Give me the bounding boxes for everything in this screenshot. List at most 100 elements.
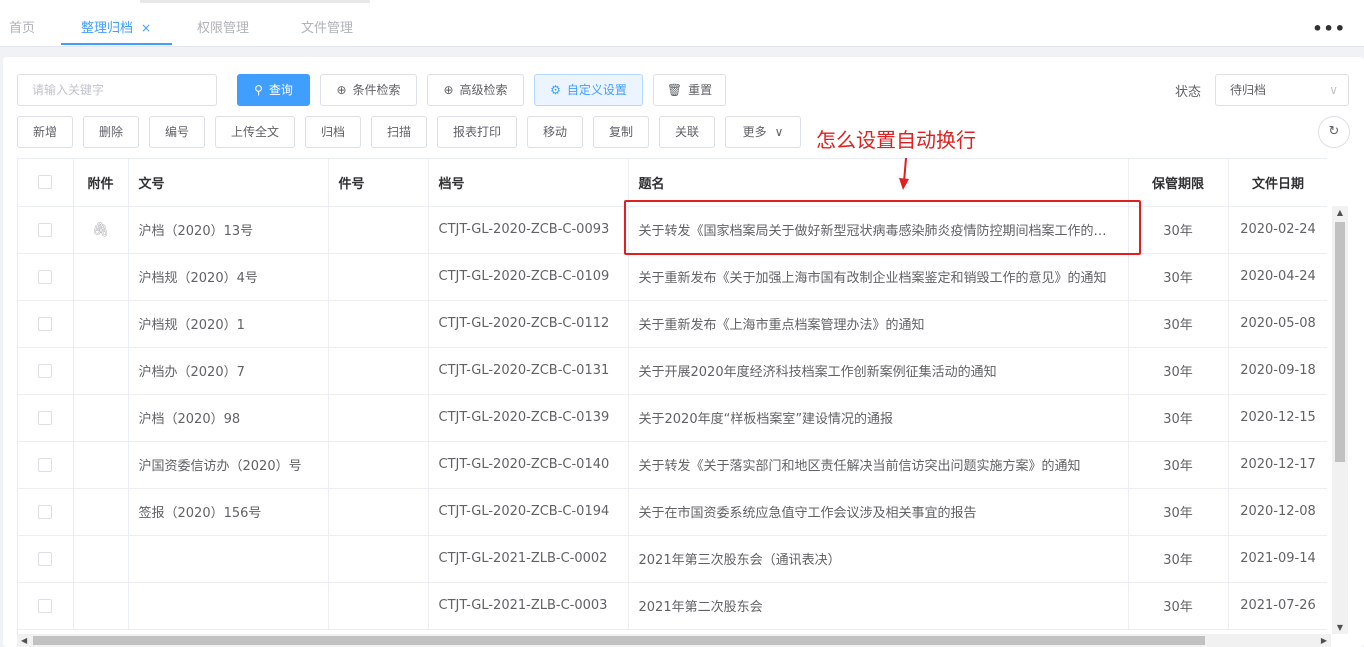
row-select-cell [18, 488, 74, 536]
doc-no-cell: 沪档办（2020）7 [128, 347, 329, 395]
custom-settings-button[interactable]: ⚙ 自定义设置 [534, 74, 643, 106]
advanced-search-button[interactable]: ⊕ 高级检索 [427, 74, 524, 106]
tab-label: 整理归档 [81, 21, 134, 36]
archive-no-cell: CTJT-GL-2020-ZCB-C-0139 [428, 394, 629, 442]
paperclip-icon[interactable]: 🖇 [92, 222, 110, 238]
report-print-button[interactable]: 报表打印 [437, 116, 517, 148]
row-checkbox[interactable] [38, 457, 53, 472]
copy-button[interactable]: 复制 [593, 116, 649, 148]
row-checkbox[interactable] [38, 598, 53, 613]
more-tabs-icon[interactable]: ••• [1312, 12, 1346, 45]
gear-icon: ⚙ [550, 83, 561, 97]
retention-cell: 30年 [1128, 253, 1229, 301]
status-value: 待归档 [1230, 83, 1267, 97]
retention-cell: 30年 [1128, 582, 1229, 630]
add-button[interactable]: 新增 [17, 116, 73, 148]
close-icon[interactable]: × [141, 21, 151, 35]
upload-fulltext-button[interactable]: 上传全文 [215, 116, 295, 148]
archive-no-cell: CTJT-GL-2020-ZCB-C-0131 [428, 347, 629, 395]
tab-file-management[interactable]: 文件管理 [301, 12, 353, 45]
vertical-scroll-thumb[interactable] [1335, 222, 1345, 462]
status-select[interactable]: 待归档 ∨ [1215, 74, 1349, 106]
tab-permission[interactable]: 权限管理 [197, 12, 249, 45]
table-row[interactable]: 沪档规（2020）4号 CTJT-GL-2020-ZCB-C-0109 关于重新… [18, 253, 1327, 301]
row-select-cell [18, 394, 74, 442]
header-item-no[interactable]: 件号 [328, 159, 429, 207]
attachment-cell [73, 300, 129, 348]
row-checkbox[interactable] [38, 551, 53, 566]
retention-cell: 30年 [1128, 535, 1229, 583]
table-row[interactable]: CTJT-GL-2021-ZLB-C-0002 2021年第三次股东会（通讯表决… [18, 535, 1327, 583]
row-checkbox[interactable] [38, 316, 53, 331]
horizontal-scroll-thumb[interactable] [33, 636, 1205, 645]
delete-button[interactable]: 删除 [83, 116, 139, 148]
table-row[interactable]: 签报（2020）156号 CTJT-GL-2020-ZCB-C-0194 关于在… [18, 488, 1327, 536]
vertical-scrollbar[interactable]: ▲ ▼ [1332, 206, 1348, 634]
header-retention[interactable]: 保管期限 [1128, 159, 1229, 207]
row-select-cell [18, 347, 74, 395]
query-button[interactable]: ⚲ 查询 [237, 74, 310, 106]
scan-button[interactable]: 扫描 [371, 116, 427, 148]
attachment-cell [73, 253, 129, 301]
horizontal-scrollbar[interactable]: ◀ ▶ [17, 634, 1331, 647]
row-checkbox[interactable] [38, 222, 53, 237]
header-attachment[interactable]: 附件 [73, 159, 129, 207]
doc-no-cell: 沪档规（2020）4号 [128, 253, 329, 301]
archive-no-cell: CTJT-GL-2020-ZCB-C-0093 [428, 206, 629, 254]
chevron-down-icon: ∨ [1329, 83, 1338, 97]
item-no-cell [328, 300, 429, 348]
header-title[interactable]: 题名 [628, 159, 1129, 207]
scroll-left-icon[interactable]: ◀ [21, 634, 27, 647]
keyword-input[interactable]: 请输入关键字 [17, 74, 217, 106]
row-checkbox[interactable] [38, 269, 53, 284]
header-archive-no[interactable]: 档号 [428, 159, 629, 207]
table-row[interactable]: CTJT-GL-2021-ZLB-C-0003 2021年第二次股东会 30年 … [18, 582, 1327, 630]
title-cell: 关于重新发布《上海市重点档案管理办法》的通知 [628, 300, 1129, 348]
item-no-cell [328, 582, 429, 630]
title-cell: 2021年第二次股东会 [628, 582, 1129, 630]
row-checkbox[interactable] [38, 410, 53, 425]
doc-no-cell: 沪档规（2020）1 [128, 300, 329, 348]
date-cell: 2021-09-14 [1228, 535, 1327, 583]
search-icon: ⊕ [443, 83, 454, 97]
tab-home[interactable]: 首页 [9, 12, 35, 45]
row-select-cell [18, 253, 74, 301]
scroll-down-icon[interactable]: ▼ [1332, 623, 1348, 632]
row-checkbox[interactable] [38, 504, 53, 519]
number-button[interactable]: 编号 [149, 116, 205, 148]
header-doc-no[interactable]: 文号 [128, 159, 329, 207]
condition-search-button[interactable]: ⊕ 条件检索 [320, 74, 417, 106]
item-no-cell [328, 253, 429, 301]
archive-no-cell: CTJT-GL-2020-ZCB-C-0112 [428, 300, 629, 348]
doc-no-cell: 沪档（2020）98 [128, 394, 329, 442]
attachment-cell [73, 441, 129, 489]
scroll-right-icon[interactable]: ▶ [1321, 634, 1327, 647]
table-row[interactable]: 沪档（2020）98 CTJT-GL-2020-ZCB-C-0139 关于202… [18, 394, 1327, 442]
row-select-cell [18, 441, 74, 489]
table-row[interactable]: 沪档办（2020）7 CTJT-GL-2020-ZCB-C-0131 关于开展2… [18, 347, 1327, 395]
attachment-cell [73, 488, 129, 536]
header-date[interactable]: 文件日期 [1228, 159, 1327, 207]
select-all-checkbox[interactable] [38, 175, 53, 190]
title-cell: 2021年第三次股东会（通讯表决） [628, 535, 1129, 583]
table-row[interactable]: 沪国资委信访办（2020）号 CTJT-GL-2020-ZCB-C-0140 关… [18, 441, 1327, 489]
reset-button[interactable]: 🗑 重置 [653, 74, 726, 106]
doc-no-cell: 沪国资委信访办（2020）号 [128, 441, 329, 489]
table-row[interactable]: 🖇 沪档（2020）13号 CTJT-GL-2020-ZCB-C-0093 关于… [18, 206, 1327, 254]
title-cell: 关于开展2020年度经济科技档案工作创新案例征集活动的通知 [628, 347, 1129, 395]
archive-no-cell: CTJT-GL-2021-ZLB-C-0003 [428, 582, 629, 630]
scroll-up-icon[interactable]: ▲ [1332, 208, 1348, 217]
refresh-icon[interactable]: ↻ [1318, 116, 1350, 148]
chevron-down-icon: ∨ [774, 125, 784, 139]
doc-no-cell [128, 535, 329, 583]
archive-button[interactable]: 归档 [305, 116, 361, 148]
archive-table: 附件 文号 件号 档号 题名 保管期限 文件日期 操 🖇 沪档（2020）13号… [17, 158, 1327, 635]
tab-archive-organize[interactable]: 整理归档 × [61, 12, 172, 45]
attachment-cell [73, 394, 129, 442]
move-button[interactable]: 移动 [527, 116, 583, 148]
table-row[interactable]: 沪档规（2020）1 CTJT-GL-2020-ZCB-C-0112 关于重新发… [18, 300, 1327, 348]
link-button[interactable]: 关联 [659, 116, 715, 148]
title-cell: 关于在市国资委系统应急值守工作会议涉及相关事宜的报告 [628, 488, 1129, 536]
row-checkbox[interactable] [38, 363, 53, 378]
more-button[interactable]: 更多 ∨ [725, 116, 801, 148]
